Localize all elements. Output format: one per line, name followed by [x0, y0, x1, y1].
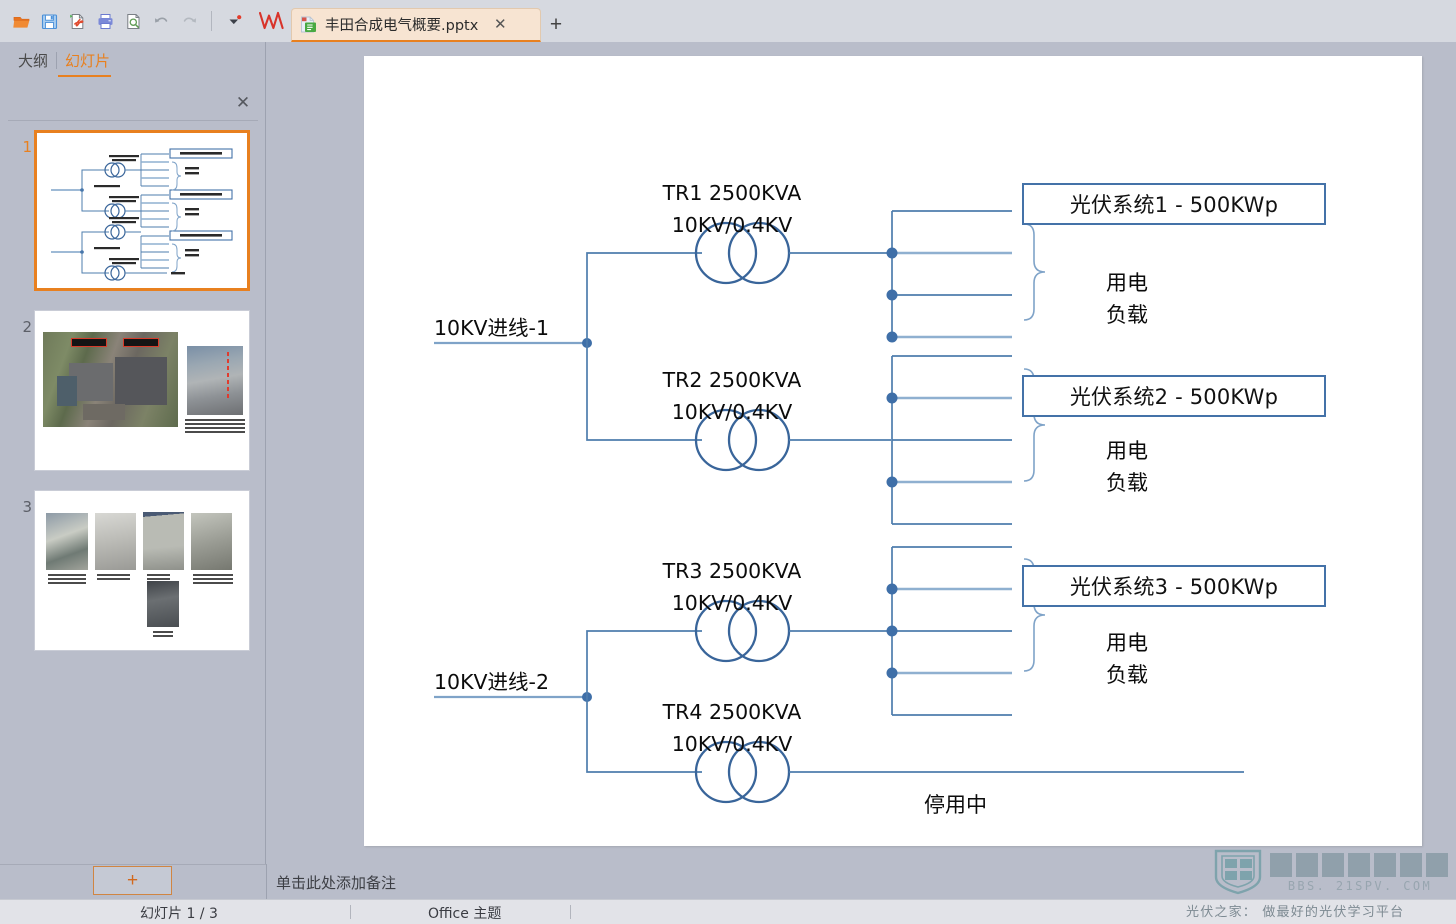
slide-counter: 幻灯片 1 / 3: [140, 906, 218, 922]
photo-callout: [71, 338, 107, 347]
notes-placeholder[interactable]: 单击此处添加备注: [276, 872, 396, 893]
pv-system-label-3: 光伏系统3 - 500KWp: [1069, 575, 1279, 599]
tr4-line1: TR4 2500KVA: [662, 700, 802, 724]
equipment-photo: [143, 512, 184, 570]
pv-system-box-2[interactable]: 光伏系统2 - 500KWp: [1022, 375, 1326, 417]
incoming-line-label-1: 10KV进线-1: [434, 316, 549, 340]
photo-caption: [185, 419, 245, 435]
pv-system-box-1[interactable]: 光伏系统1 - 500KWp: [1022, 183, 1326, 225]
tr3-line2: 10KV/0.4KV: [671, 590, 793, 615]
pv-system-label-1: 光伏系统1 - 500KWp: [1069, 193, 1279, 217]
aerial-photo: [43, 332, 178, 427]
load2-line1: 用电: [1106, 439, 1148, 463]
slide-thumbnail-frame[interactable]: [34, 130, 250, 291]
wps-logo-icon[interactable]: [255, 5, 289, 39]
transformer-label-tr3: TR3 2500KVA 10KV/0.4KV: [607, 556, 857, 620]
status-divider: [570, 905, 571, 919]
customize-qat-icon[interactable]: [221, 8, 247, 34]
theme-name: Office 主题: [428, 906, 502, 922]
equipment-photo: [95, 513, 136, 570]
tr4-line2: 10KV/0.4KV: [671, 731, 793, 756]
incoming-line-label-2: 10KV进线-2: [434, 670, 549, 694]
tab-slides-label: 幻灯片: [65, 51, 111, 70]
electrical-single-line-diagram: .ln { stroke:#4e7dad; stroke-width:1.7; …: [434, 210, 1244, 804]
watermark-tagline: 光伏之家： 做最好的光伏学习平台: [1186, 905, 1405, 920]
load-label-1: 用电 负载: [1106, 268, 1148, 331]
toolbar-divider: [211, 11, 212, 31]
tab-slides[interactable]: 幻灯片: [57, 43, 118, 77]
equipment-photo: [147, 581, 179, 627]
mini-diagram-slide-1: [37, 133, 247, 288]
document-tab-label: 丰田合成电气概要.pptx: [325, 18, 479, 34]
equipment-photo: [46, 513, 88, 570]
tr2-line1: TR2 2500KVA: [662, 368, 802, 392]
pptx-file-icon: [299, 15, 318, 34]
current-slide[interactable]: .ln { stroke:#4e7dad; stroke-width:1.7; …: [364, 56, 1422, 846]
load2-line2: 负载: [1106, 470, 1148, 495]
status-divider: [350, 905, 351, 919]
tab-outline-label: 大纲: [18, 51, 49, 70]
tab-outline[interactable]: 大纲: [10, 43, 56, 77]
print-preview-icon[interactable]: [120, 8, 146, 34]
notes-top-divider: [0, 864, 266, 865]
document-tab[interactable]: 丰田合成电气概要.pptx ✕: [291, 8, 541, 42]
slide-number: 1: [22, 138, 32, 156]
notes-bar: [0, 864, 1456, 899]
tr1-line2: 10KV/0.4KV: [671, 212, 793, 237]
slide-thumbnail-list: 1 2 3: [0, 88, 266, 864]
tr3-line1: TR3 2500KVA: [662, 559, 802, 583]
load-label-3: 用电 负载: [1106, 628, 1148, 691]
load1-line1: 用电: [1106, 271, 1148, 295]
load3-line2: 负载: [1106, 662, 1148, 687]
pv-system-box-3[interactable]: 光伏系统3 - 500KWp: [1022, 565, 1326, 607]
tr2-line2: 10KV/0.4KV: [671, 399, 793, 424]
photo-caption: [193, 574, 233, 586]
equipment-photo: [191, 513, 232, 570]
standby-label: 停用中: [924, 793, 987, 817]
document-tab-strip: 丰田合成电气概要.pptx ✕ +: [253, 0, 1456, 42]
photo-caption: [97, 574, 130, 580]
slides-panel-tabs: 大纲 幻灯片: [0, 42, 265, 78]
undo-icon[interactable]: [148, 8, 174, 34]
new-tab-button[interactable]: +: [541, 8, 571, 42]
tr1-line1: TR1 2500KVA: [662, 181, 802, 205]
photo-caption: [48, 574, 86, 586]
quick-access-toolbar: [0, 0, 253, 42]
transformer-label-tr1: TR1 2500KVA 10KV/0.4KV: [607, 178, 857, 242]
notes-vertical-divider: [266, 864, 267, 899]
load1-line2: 负载: [1106, 302, 1148, 327]
slide-editing-area: .ln { stroke:#4e7dad; stroke-width:1.7; …: [267, 42, 1456, 864]
transformer-label-tr4: TR4 2500KVA 10KV/0.4KV: [607, 697, 857, 761]
redo-icon[interactable]: [176, 8, 202, 34]
wps-presentation-window: 丰田合成电气概要.pptx ✕ + 大纲 幻灯片 ✕ 1 2 3 TR1 250…: [0, 0, 1456, 924]
slide-number: 3: [22, 498, 32, 516]
load3-line1: 用电: [1106, 631, 1148, 655]
slide-thumbnail-frame[interactable]: [34, 310, 250, 471]
transformer-label-tr2: TR2 2500KVA 10KV/0.4KV: [607, 365, 857, 429]
photo-caption: [153, 631, 173, 637]
slides-panel: 大纲 幻灯片 ✕ 1 2 3: [0, 42, 266, 864]
add-slide-button[interactable]: +: [93, 866, 172, 895]
slide-thumbnail-frame[interactable]: [34, 490, 250, 651]
photo-callout: [123, 338, 159, 347]
export-pdf-icon[interactable]: [64, 8, 90, 34]
open-icon[interactable]: [8, 8, 34, 34]
title-bar: 丰田合成电气概要.pptx ✕ +: [0, 0, 1456, 42]
tab-active-underline: [58, 75, 111, 77]
pv-system-label-2: 光伏系统2 - 500KWp: [1069, 385, 1279, 409]
photo-caption: [147, 574, 170, 580]
close-icon[interactable]: ✕: [491, 16, 509, 34]
slide-number: 2: [22, 318, 32, 336]
load-label-2: 用电 负载: [1106, 436, 1148, 499]
print-icon[interactable]: [92, 8, 118, 34]
save-icon[interactable]: [36, 8, 62, 34]
site-photo: [187, 346, 243, 415]
